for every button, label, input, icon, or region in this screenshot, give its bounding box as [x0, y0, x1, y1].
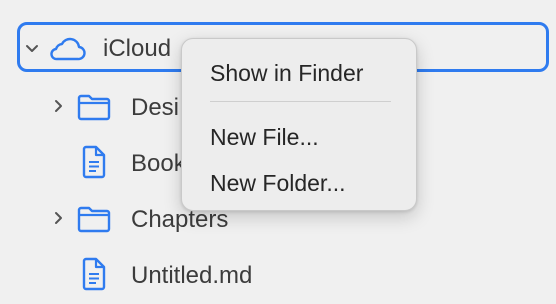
tree-item-label: Untitled.md [131, 262, 253, 289]
menu-item-new-file[interactable]: New File... [210, 123, 319, 151]
tree-item-label: Desi [131, 94, 180, 121]
document-icon [82, 145, 106, 179]
chevron-right-icon[interactable] [51, 210, 67, 226]
document-icon [82, 257, 106, 291]
tree-root-label: iCloud [103, 35, 172, 62]
cloud-icon [50, 37, 86, 61]
tree-item-label: Book [131, 150, 186, 177]
menu-item-new-folder[interactable]: New Folder... [210, 169, 346, 197]
chevron-down-icon[interactable] [24, 41, 40, 57]
folder-icon [77, 206, 111, 233]
chevron-right-icon[interactable] [51, 98, 67, 114]
menu-separator [210, 101, 391, 102]
folder-icon [77, 94, 111, 121]
menu-item-show-in-finder[interactable]: Show in Finder [210, 59, 363, 87]
context-menu: Show in Finder New File... New Folder... [181, 38, 417, 211]
